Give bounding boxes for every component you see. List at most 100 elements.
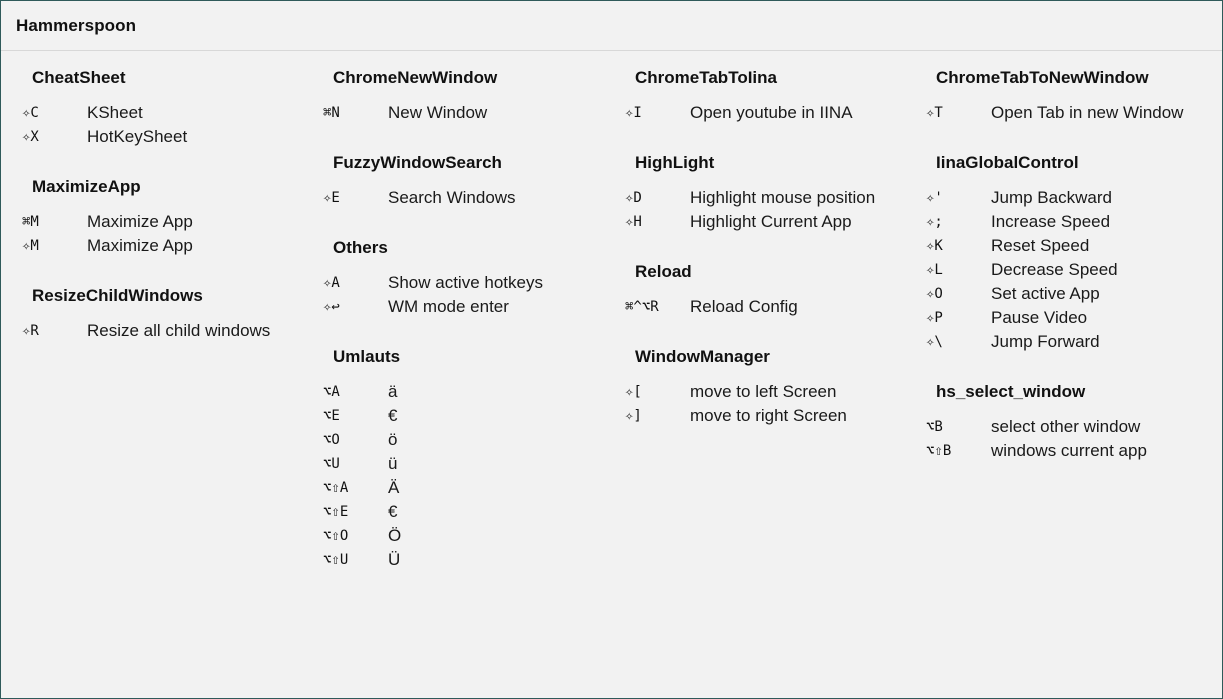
hotkey-combo: ✧H xyxy=(625,214,642,230)
hotkey-description: WM mode enter xyxy=(388,297,509,316)
hotkey-description: KSheet xyxy=(87,103,143,122)
hotkey-row: ✧E Search Windows xyxy=(323,186,618,210)
hotkey-description: Decrease Speed xyxy=(991,260,1118,279)
section-chrometabtonewwindow: ChromeTabToNewWindow ✧T Open Tab in new Wi… xyxy=(926,67,1221,125)
hotkey-combo: ✧X xyxy=(22,129,39,145)
section-title: ChromeNewWindow xyxy=(333,68,498,87)
hotkey-row: ✧[move to left Screen xyxy=(625,380,920,404)
hotkey-combo: ⌥U xyxy=(323,456,340,472)
hotkey-description: Increase Speed xyxy=(991,212,1111,231)
hotkey-row: ✧K Reset Speed xyxy=(926,234,1221,258)
hotkey-combo: ⌥⇧O xyxy=(323,528,349,544)
hotkey-row: ⌘M Maximize App xyxy=(22,210,317,234)
hotkey-combo: ⌥⇧U xyxy=(323,552,349,568)
title-bar: Hammerspoon xyxy=(1,1,1222,51)
section-resizechildwindows: ResizeChildWindows ✧R Resize all child win… xyxy=(22,285,317,343)
hotkey-row: ✧C KSheet xyxy=(22,101,317,125)
hotkey-row: ⌥E € xyxy=(323,404,618,428)
hotkey-description: Highlight mouse position xyxy=(690,188,876,207)
section-title: HighLight xyxy=(635,153,715,172)
section-maximizeapp: MaximizeApp ⌘M Maximize App ✧M Maximize App xyxy=(22,176,317,258)
hotkey-description: Maximize App xyxy=(87,212,193,231)
hotkey-row: ✧H Highlight Current App xyxy=(625,210,920,234)
hotkey-description: move to left Screen xyxy=(690,382,837,401)
section-title: ChromeTabToNewWindow xyxy=(936,68,1149,87)
hotkey-description: move to right Screen xyxy=(690,406,847,425)
hotkey-combo: ✧I xyxy=(625,105,642,121)
hotkey-description: HotKeySheet xyxy=(87,127,188,146)
hotkey-description: Highlight Current App xyxy=(690,212,852,231)
hotkey-description: Resize all child windows xyxy=(87,321,271,340)
column-1: CheatSheet ✧C KSheet ✧X HotKeySheet MaximizeA… xyxy=(22,67,317,370)
hotkey-row: ✧D Highlight mouse position xyxy=(625,186,920,210)
hotkey-description: select other window xyxy=(991,417,1141,436)
hotkey-combo: ✧M xyxy=(22,238,39,254)
hammerspoon-window: Hammerspoon CheatSheet ✧C KSheet ✧X HotKeySh… xyxy=(0,0,1223,699)
hotkey-row: ✧A Show active hotkeys xyxy=(323,271,618,295)
hotkey-combo: ✧D xyxy=(625,190,642,206)
hotkey-description: Pause Video xyxy=(991,308,1088,327)
hotkey-combo: ✧; xyxy=(926,214,943,230)
hotkey-row: ⌥⇧O Ö xyxy=(323,524,618,548)
hotkey-description: Search Windows xyxy=(388,188,516,207)
hotkey-combo: ✧C xyxy=(22,105,39,121)
hotkey-combo: ✧E xyxy=(323,190,340,206)
hotkey-combo: ⌥⇧B xyxy=(926,443,952,459)
column-4: ChromeTabToNewWindow ✧T Open Tab in new Wi… xyxy=(926,67,1221,490)
hotkey-row: ✧I Open youtube in IINA xyxy=(625,101,920,125)
hotkey-description: Ö xyxy=(388,526,402,545)
hotkey-description: Show active hotkeys xyxy=(388,273,543,292)
section-chrometabtoiina: ChromeTabToIina ✧I Open youtube in IINA xyxy=(625,67,920,125)
hotkey-row: ✧\ Jump Forward xyxy=(926,330,1221,354)
section-title: ChromeTabToIina xyxy=(635,68,777,87)
section-title: IinaGlobalControl xyxy=(936,153,1079,172)
hotkey-combo: ⌥B xyxy=(926,419,943,435)
hotkey-row: ⌥⇧B windows current app xyxy=(926,439,1221,463)
hotkey-combo: ⌥E xyxy=(323,408,340,424)
hotkey-row: ⌥U ü xyxy=(323,452,618,476)
hotkey-combo: ✧\ xyxy=(926,334,943,350)
hotkey-description: Jump Forward xyxy=(991,332,1100,351)
hotkey-row: ✧L Decrease Speed xyxy=(926,258,1221,282)
hotkey-description: Reset Speed xyxy=(991,236,1090,255)
hotkey-description: windows current app xyxy=(991,441,1147,460)
hotkey-description: Set active App xyxy=(991,284,1100,303)
hotkey-combo: ✧↩ xyxy=(323,299,340,315)
section-title: MaximizeApp xyxy=(32,177,141,196)
hotkey-combo: ✧O xyxy=(926,286,943,302)
section-title: ResizeChildWindows xyxy=(32,286,203,305)
window-title: Hammerspoon xyxy=(16,15,137,35)
section-cheatsheet: CheatSheet ✧C KSheet ✧X HotKeySheet xyxy=(22,67,317,149)
section-chromenewwindow: ChromeNewWindow ⌘N New Window xyxy=(323,67,618,125)
section-title: WindowManager xyxy=(635,347,770,366)
hotkey-row: ⌥O ö xyxy=(323,428,618,452)
column-3: ChromeTabToIina ✧I Open youtube in IINA Hig… xyxy=(625,67,920,455)
hotkey-row: ✧P Pause Video xyxy=(926,306,1221,330)
hotkey-combo: ⌘M xyxy=(22,214,39,230)
hotkey-row: ✧; Increase Speed xyxy=(926,210,1221,234)
hotkey-row: ⌥A ä xyxy=(323,380,618,404)
hotkey-combo: ⌥A xyxy=(323,384,340,400)
hotkey-description: Open youtube in IINA xyxy=(690,103,853,122)
hotkey-combo: ✧L xyxy=(926,262,943,278)
column-2: ChromeNewWindow ⌘N New Window FuzzyWindowSe… xyxy=(323,67,618,599)
section-title: Umlauts xyxy=(333,347,401,366)
section-title: hs_select_window xyxy=(936,382,1086,401)
section-title: Others xyxy=(333,238,388,257)
cheatsheet-columns: CheatSheet ✧C KSheet ✧X HotKeySheet MaximizeA… xyxy=(1,52,1222,698)
hotkey-row: ✧] move to right Screen xyxy=(625,404,920,428)
section-umlauts: Umlauts ⌥A ä ⌥E € ⌥O ö ⌥U ü ⌥⇧A Ä ⌥⇧E € ⌥⇧O Ö ⌥⇧U Ü xyxy=(323,346,618,572)
section-highlight: HighLight ✧D Highlight mouse position ✧H Hig… xyxy=(625,152,920,234)
hotkey-row: ✧↩ WM mode enter xyxy=(323,295,618,319)
section-windowmanager: WindowManager ✧[move to left Screen ✧] move… xyxy=(625,346,920,428)
hotkey-combo: ✧A xyxy=(323,275,340,291)
hotkey-combo: ✧R xyxy=(22,323,39,339)
hotkey-description: Maximize App xyxy=(87,236,193,255)
hotkey-row: ✧M Maximize App xyxy=(22,234,317,258)
hotkey-description: Ü xyxy=(388,550,401,569)
section-title: FuzzyWindowSearch xyxy=(333,153,502,172)
hotkey-combo: ✧K xyxy=(926,238,943,254)
hotkey-row: ⌥⇧E € xyxy=(323,500,618,524)
hotkey-combo: ✧] xyxy=(625,408,642,424)
hotkey-row: ⌘N New Window xyxy=(323,101,618,125)
